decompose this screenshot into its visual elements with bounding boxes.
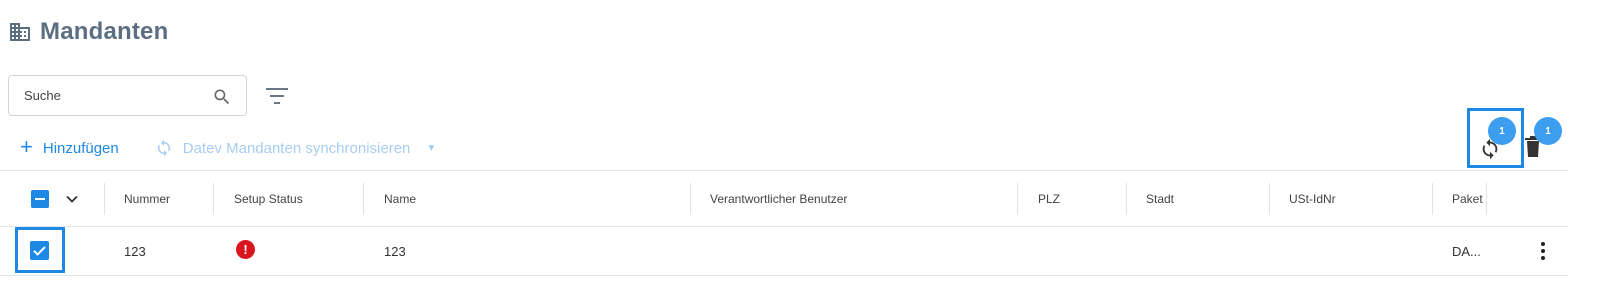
page-title: Mandanten <box>40 18 169 45</box>
column-header-paket[interactable]: Paket <box>1452 171 1483 226</box>
add-button[interactable]: + Hinzufügen <box>20 134 119 159</box>
search-icon[interactable] <box>212 87 232 107</box>
filter-icon[interactable] <box>265 86 289 106</box>
column-divider <box>1486 183 1487 215</box>
error-status-icon: ! <box>236 240 255 259</box>
cell-nummer: 123 <box>124 243 146 259</box>
column-divider <box>104 183 105 215</box>
cell-paket: DA... <box>1452 243 1481 259</box>
datev-sync-label: Datev Mandanten synchronisieren <box>182 139 411 157</box>
column-divider <box>690 183 691 215</box>
column-divider <box>1432 183 1433 215</box>
column-header-setup-status[interactable]: Setup Status <box>234 171 303 226</box>
chevron-down-icon[interactable] <box>64 191 80 207</box>
column-header-nummer[interactable]: Nummer <box>124 171 170 226</box>
column-divider <box>1269 183 1270 215</box>
column-header-stadt[interactable]: Stadt <box>1146 171 1174 226</box>
add-button-label: Hinzufügen <box>42 139 119 157</box>
column-header-ust-idnr[interactable]: USt-IdNr <box>1289 171 1336 226</box>
page-header: Mandanten <box>8 16 168 48</box>
column-divider <box>213 183 214 215</box>
column-divider <box>1017 183 1018 215</box>
search-field[interactable] <box>8 75 247 116</box>
column-divider <box>363 183 364 215</box>
more-options-icon[interactable] <box>1536 241 1550 261</box>
column-header-plz[interactable]: PLZ <box>1038 171 1060 226</box>
table-toolbar: + Hinzufügen Datev Mandanten synchronisi… <box>20 136 436 160</box>
column-header-verantwortlicher-benutzer[interactable]: Verantwortlicher Benutzer <box>710 171 847 226</box>
row-checkbox[interactable] <box>30 241 49 260</box>
column-divider <box>1126 183 1127 215</box>
search-input[interactable] <box>9 76 204 115</box>
sync-icon <box>157 139 170 157</box>
column-header-name[interactable]: Name <box>384 171 416 226</box>
sync-count-badge: 1 <box>1488 117 1516 145</box>
table-header: Nummer Setup Status Name Verantwortliche… <box>0 171 1568 226</box>
cell-name: 123 <box>384 243 406 259</box>
divider <box>0 275 1568 276</box>
building-icon <box>10 23 30 41</box>
datev-sync-button[interactable]: Datev Mandanten synchronisieren ▼ <box>155 139 436 157</box>
delete-count-badge: 1 <box>1534 117 1562 145</box>
select-all-checkbox[interactable] <box>31 190 49 208</box>
plus-icon: + <box>20 134 33 159</box>
caret-down-icon[interactable]: ▼ <box>426 143 436 154</box>
check-icon <box>33 246 46 256</box>
